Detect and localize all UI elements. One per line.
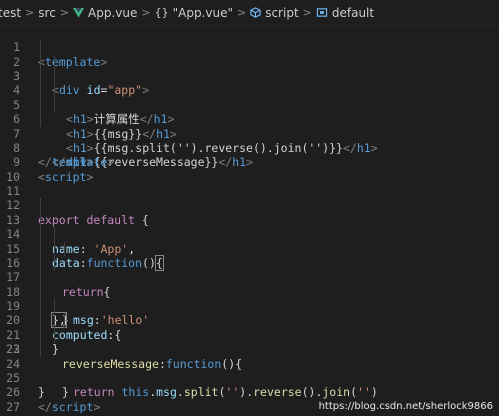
code-line[interactable]: 7 </div> xyxy=(0,112,499,169)
indent-guide xyxy=(40,299,41,314)
code-line[interactable]: 10 xyxy=(0,155,499,184)
code-line[interactable]: 24 xyxy=(0,357,499,371)
indent-guide xyxy=(54,69,55,84)
code-line[interactable]: 11 xyxy=(0,170,499,198)
indent-guide xyxy=(40,327,41,343)
code-line[interactable]: 22 } xyxy=(0,327,499,399)
code-line[interactable]: 23} xyxy=(0,342,499,357)
code-text: </script> xyxy=(38,399,101,414)
code-line[interactable]: 13 name: 'App', xyxy=(0,198,499,256)
code-line[interactable]: 17 } xyxy=(0,255,499,327)
indent-guide xyxy=(40,270,41,285)
code-line[interactable]: 15 return{ xyxy=(0,227,499,299)
code-line[interactable]: 12 export default { xyxy=(0,184,499,226)
indent-guide xyxy=(40,241,41,256)
line-number: 24 xyxy=(6,356,20,371)
code-line[interactable]: 20 reverseMessage:function(){ xyxy=(0,299,499,371)
indent-guide xyxy=(40,198,41,213)
indent-guide xyxy=(54,299,55,314)
code-line[interactable]: 5 <h1>{{msg.split('').reverse().join('')… xyxy=(0,83,499,155)
indent-guide xyxy=(54,241,55,256)
code-line[interactable]: 4 <h1>{{msg}}</h1> xyxy=(0,69,499,141)
breadcrumb-label: default xyxy=(331,5,375,20)
code-line[interactable]: 8 </template> xyxy=(0,127,499,169)
code-line[interactable]: 16 msg:'hello' xyxy=(0,241,499,327)
indent-guide xyxy=(64,313,65,328)
code-line[interactable]: 6 <h1>{{reverseMessage}}</h1> xyxy=(0,97,499,169)
indent-guide xyxy=(40,40,41,55)
indent-guide xyxy=(40,97,41,113)
watermark: https://blog.csdn.net/sherlock9866 xyxy=(318,401,493,412)
code-line[interactable]: 3 <h1>计算属性</h1> xyxy=(0,54,499,126)
field-icon xyxy=(316,8,328,17)
chevron-right-icon: > xyxy=(302,6,312,19)
line-number: 26 xyxy=(6,385,20,400)
code-line[interactable]: 26} xyxy=(0,385,499,399)
code-line[interactable]: 14 data:function(){ xyxy=(0,212,499,271)
line-number: 23 xyxy=(6,342,20,357)
chevron-right-icon: > xyxy=(25,6,35,19)
breadcrumb-folder-test[interactable]: test xyxy=(0,6,21,20)
code-line[interactable]: 1 <template> xyxy=(0,26,499,68)
code-line[interactable]: 18 }, xyxy=(0,270,499,329)
indent-guide xyxy=(40,83,41,98)
code-text: } xyxy=(38,385,45,400)
breadcrumb-label: test xyxy=(0,5,22,20)
indent-guide xyxy=(54,83,55,98)
indent-guide xyxy=(40,255,41,271)
indent-guide xyxy=(40,284,41,300)
indent-guide xyxy=(54,313,55,328)
chevron-right-icon: > xyxy=(141,6,151,19)
indent-guide xyxy=(54,54,55,70)
indent-guide xyxy=(40,227,41,242)
code-line[interactable]: 19 computed:{ xyxy=(0,284,499,342)
breadcrumb: test > src > App.vue > {} "App.vue" > sc… xyxy=(0,0,499,26)
line-number: 27 xyxy=(6,399,20,414)
cube-icon xyxy=(250,7,261,18)
breadcrumb-symbol-script[interactable]: script xyxy=(250,5,299,20)
chevron-right-icon: > xyxy=(236,6,247,19)
chevron-right-icon: > xyxy=(59,6,70,19)
breadcrumb-symbol-module[interactable]: {} "App.vue" xyxy=(155,6,233,20)
breadcrumb-label: "App.vue" xyxy=(172,5,233,20)
code-editor[interactable]: 1 <template> 2 <div id="app"> 3 <h1>计算属性… xyxy=(0,26,499,416)
breadcrumb-folder-src[interactable]: src xyxy=(38,6,56,20)
breadcrumb-symbol-default[interactable]: default xyxy=(316,6,374,20)
indent-guide xyxy=(64,241,65,256)
code-line[interactable]: 25 xyxy=(0,371,499,385)
line-number: 25 xyxy=(6,370,20,385)
vue-file-icon xyxy=(73,7,85,17)
code-text: } xyxy=(52,342,59,357)
code-line[interactable]: 2 <div id="app"> xyxy=(0,40,499,97)
code-line[interactable]: 21 return this.msg.split('').reverse().j… xyxy=(0,313,499,399)
breadcrumb-label: script xyxy=(265,5,299,20)
breadcrumb-label: App.vue xyxy=(88,5,138,20)
indent-guide xyxy=(40,212,41,228)
indent-guide xyxy=(40,342,41,357)
code-line[interactable]: 9 <script> xyxy=(0,141,499,183)
braces-icon: {} xyxy=(154,6,169,19)
indent-guide xyxy=(40,54,41,70)
indent-guide xyxy=(54,97,55,113)
indent-guide xyxy=(40,313,41,328)
indent-guide xyxy=(54,227,55,242)
indent-guide xyxy=(54,255,55,271)
indent-guide xyxy=(40,112,41,127)
breadcrumb-file-app-vue[interactable]: App.vue xyxy=(73,6,137,20)
indent-guide xyxy=(40,69,41,84)
indent-guide xyxy=(54,327,55,343)
breadcrumb-label: src xyxy=(38,5,56,20)
